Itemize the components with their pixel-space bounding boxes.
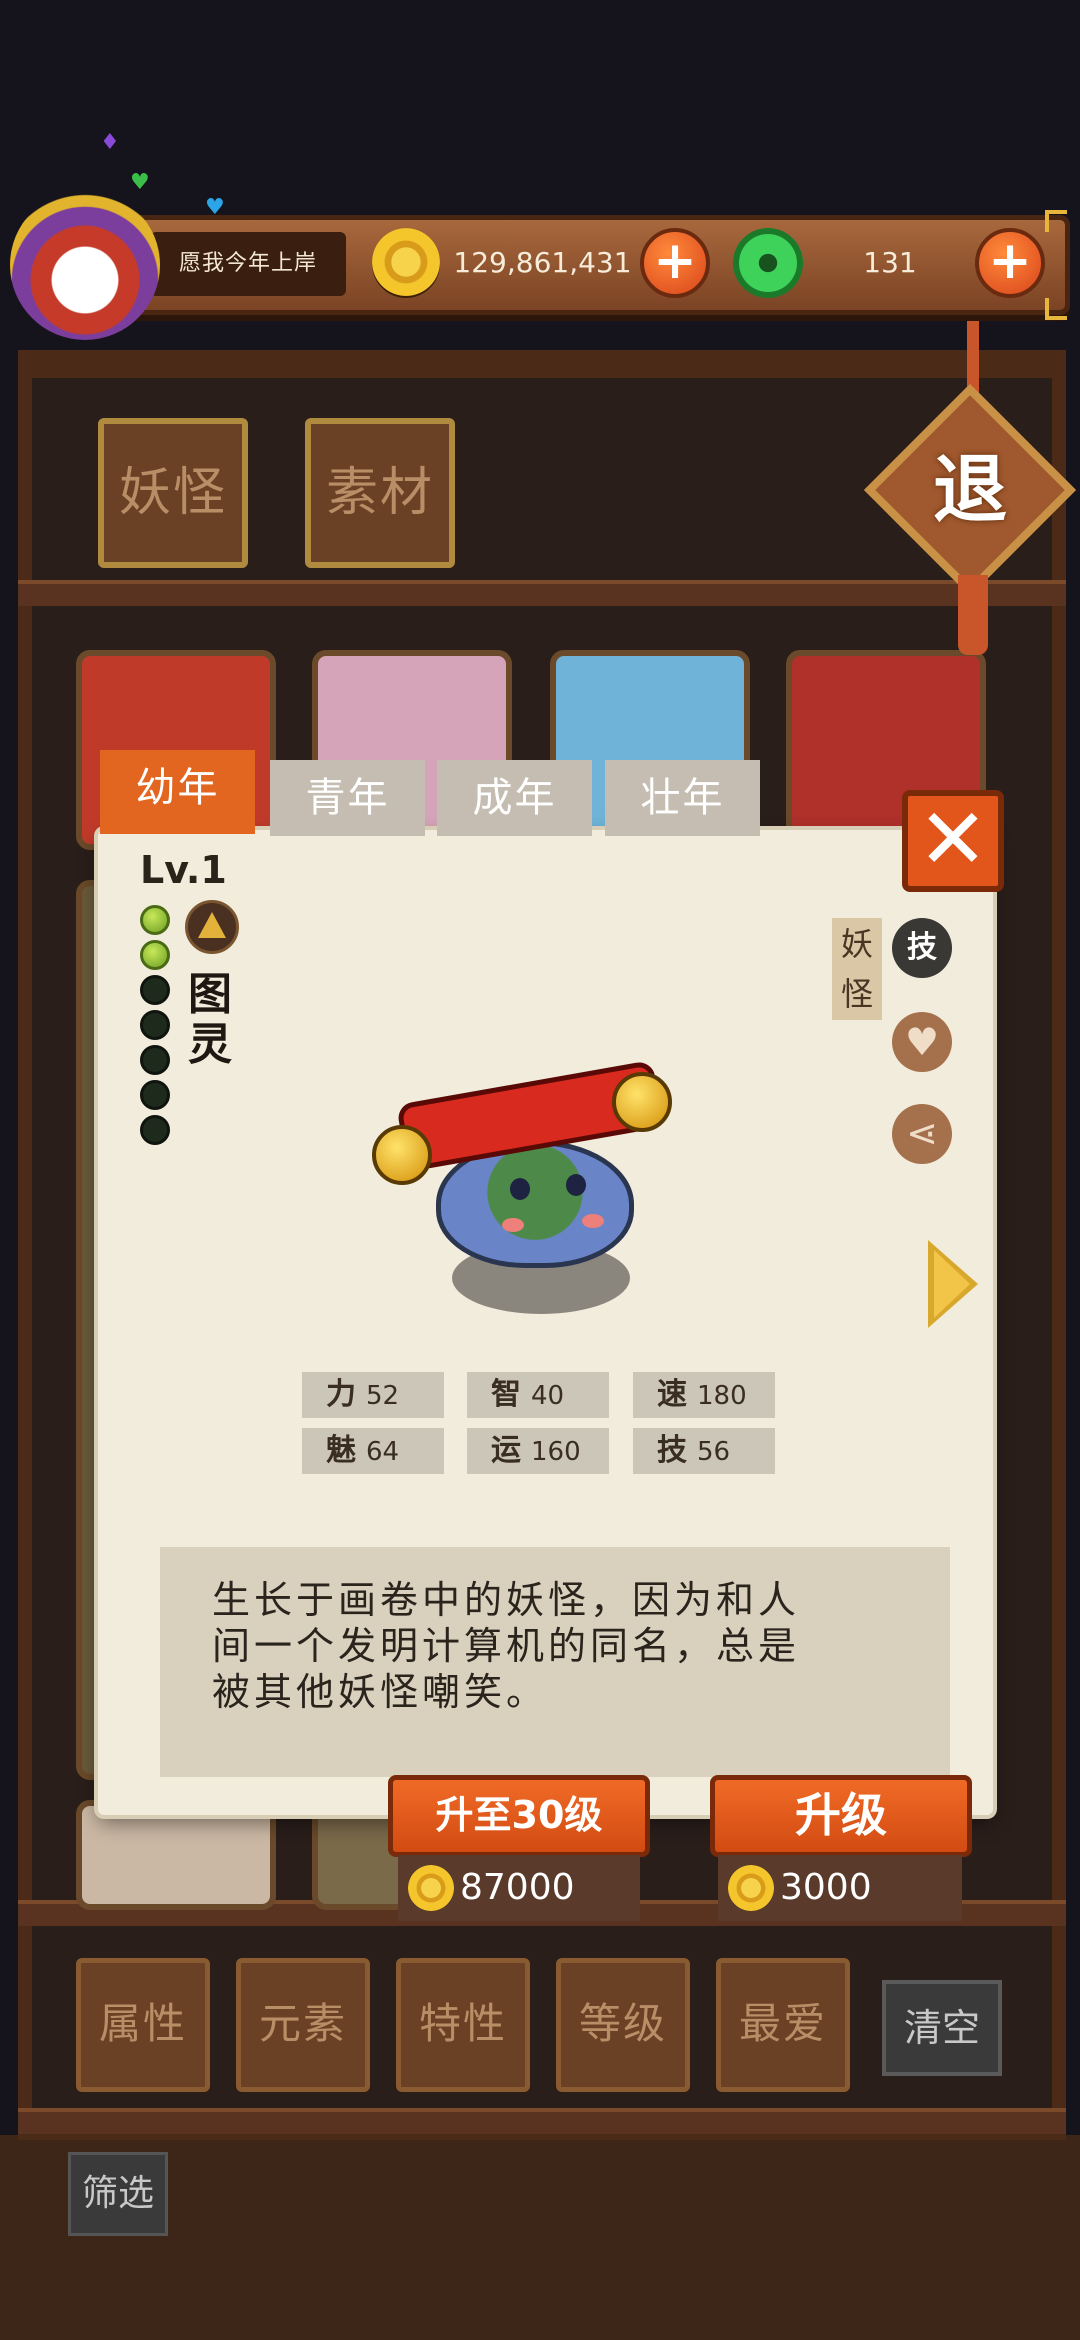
stat-value: 52 [366,1381,400,1411]
clear-filters-button[interactable]: 清空 [882,1980,1002,2076]
next-arrow-icon[interactable] [928,1240,978,1328]
tab-age-adult[interactable]: 成年 [437,760,592,836]
close-button[interactable]: ✕ [902,790,1004,892]
gold-amount: 129,861,431 [453,246,632,279]
monster-eye [510,1178,530,1200]
add-jade-button[interactable]: + [975,228,1045,298]
jade-icon [733,228,803,298]
earth-triangle-icon [185,900,239,954]
stat-charm: 魅 64 [302,1428,444,1474]
stat-key: 力 [326,1377,356,1412]
gold-coin-icon [728,1865,774,1911]
star-pip-empty [140,1010,170,1040]
exit-button[interactable]: 退 [880,440,1060,540]
stat-key: 运 [491,1433,521,1468]
stat-key: 速 [657,1377,687,1412]
description-line: 间一个发明计算机的同名，总是 [212,1624,801,1668]
bar-corner-ornament [1045,298,1067,320]
tab-age-infant[interactable]: 幼年 [100,750,255,834]
stat-skill: 技 56 [633,1428,775,1474]
confetti-icon: ♥ [130,170,150,195]
star-pip-empty [140,975,170,1005]
upgrade-to-30-cost: 87000 [398,1855,640,1921]
upgrade-cost: 3000 [718,1855,962,1921]
tab-age-prime[interactable]: 壮年 [605,760,760,836]
player-avatar[interactable] [10,190,160,340]
gold-coin-icon [372,228,440,296]
bar-corner-ornament [1045,210,1067,232]
monster-cheek [502,1218,524,1232]
stat-value: 160 [531,1437,581,1467]
monster-cheek [582,1214,604,1228]
cost-value: 87000 [460,1867,575,1908]
player-name: 愿我今年上岸 [150,232,346,296]
monster-level: Lv.1 [140,848,227,892]
skill-icon[interactable]: 技 [892,918,952,978]
monster-card-bg[interactable] [76,1800,276,1910]
filter-level[interactable]: 等级 [556,1958,690,2092]
star-pip-filled [140,940,170,970]
tab-age-youth[interactable]: 青年 [270,760,425,836]
scroll-knob [612,1072,672,1132]
add-gold-button[interactable]: + [640,228,710,298]
upgrade-button[interactable]: 升级 [710,1775,972,1857]
stat-speed: 速 180 [633,1372,775,1418]
stat-value: 64 [366,1437,400,1467]
monster-kind-tag: 妖怪 [832,918,882,1020]
upgrade-to-30-button[interactable]: 升至30级 [388,1775,650,1857]
filter-trait[interactable]: 特性 [396,1958,530,2092]
stat-key: 智 [491,1377,521,1412]
stat-value: 40 [531,1381,565,1411]
stat-value: 180 [697,1381,747,1411]
star-pip-empty [140,1080,170,1110]
screen-filter-button[interactable]: 筛选 [68,2152,168,2236]
cost-value: 3000 [780,1867,872,1908]
stat-intelligence: 智 40 [467,1372,609,1418]
jade-amount: 131 [863,246,917,279]
monster-name-char: 图 [188,969,232,1020]
shelf-divider [18,2108,1066,2134]
star-pip-empty [140,1115,170,1145]
favorite-heart-icon[interactable] [892,1012,952,1072]
stat-value: 56 [697,1437,731,1467]
tab-monsters[interactable]: 妖怪 [98,418,248,568]
scroll-knob [372,1125,432,1185]
star-pip-filled [140,905,170,935]
stat-key: 技 [657,1433,687,1468]
star-pip-empty [140,1045,170,1075]
confetti-icon: ♥ [205,195,225,220]
monster-name: 图 灵 [185,970,235,1070]
filter-attribute[interactable]: 属性 [76,1958,210,2092]
stat-strength: 力 52 [302,1372,444,1418]
share-icon[interactable] [892,1104,952,1164]
monster-description: 生长于画卷中的妖怪，因为和人 间一个发明计算机的同名，总是 被其他妖怪嘲笑。 [160,1547,950,1777]
filter-element[interactable]: 元素 [236,1958,370,2092]
monster-eye [566,1174,586,1196]
filter-favorite[interactable]: 最爱 [716,1958,850,2092]
description-line: 生长于画卷中的妖怪，因为和人 [212,1578,801,1622]
confetti-icon: ♦ [100,130,120,155]
tab-materials[interactable]: 素材 [305,418,455,568]
stat-key: 魅 [326,1433,356,1468]
exit-tassel [958,575,988,655]
description-line: 被其他妖怪嘲笑。 [212,1670,549,1714]
stat-luck: 运 160 [467,1428,609,1474]
gold-coin-icon [408,1865,454,1911]
shelf-divider [18,580,1066,606]
monster-name-char: 灵 [188,1019,232,1070]
